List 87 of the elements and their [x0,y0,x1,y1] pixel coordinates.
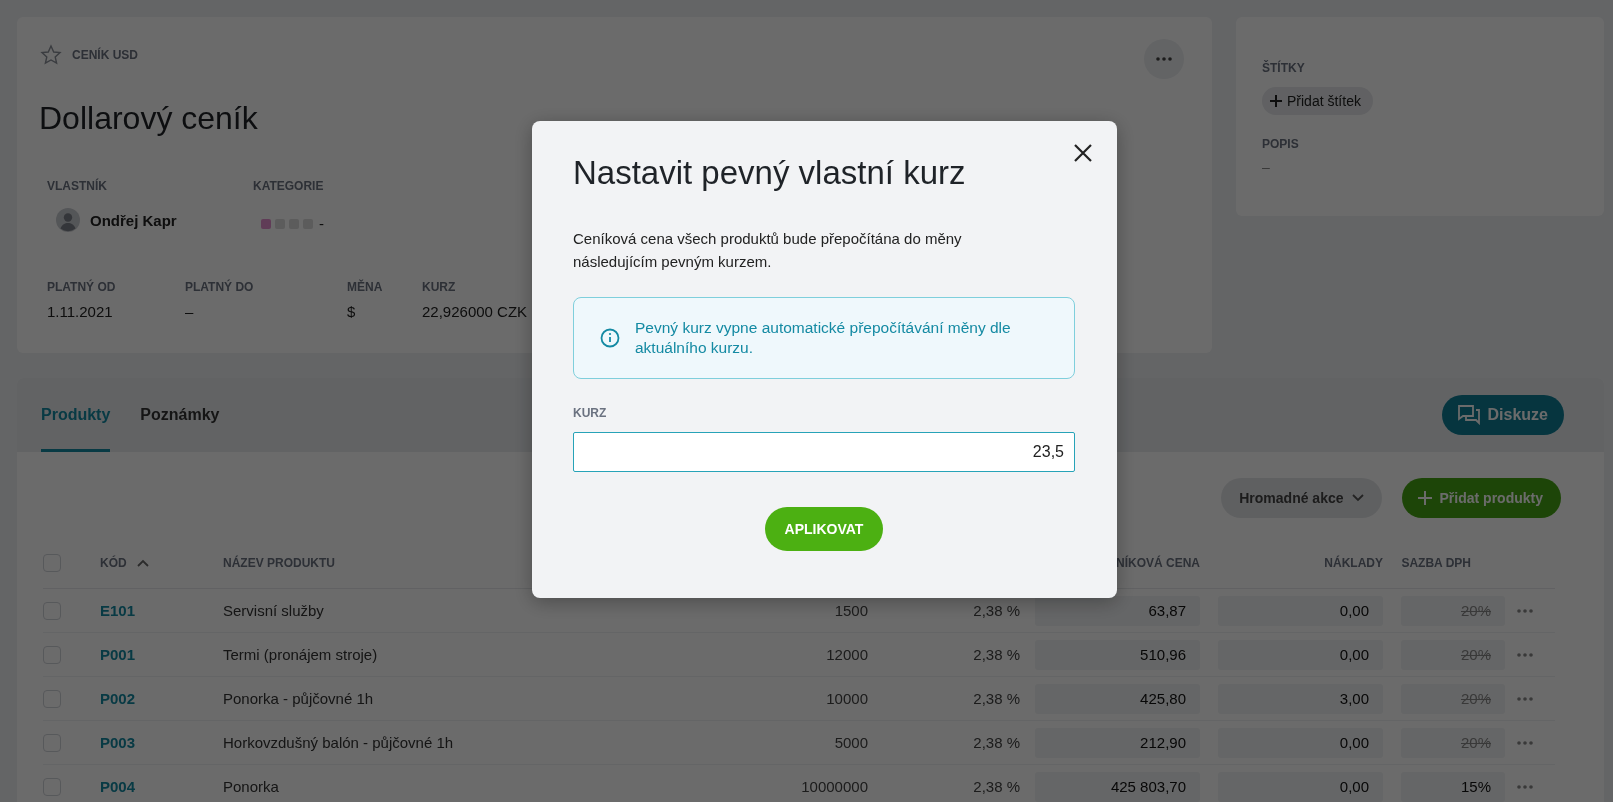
field-value: 22,926000 CZK [422,303,529,320]
more-icon [1517,652,1533,657]
table-cell: 2,38 % [973,602,1020,619]
costs-field[interactable]: 3,00 [1218,683,1383,714]
column-header[interactable]: NÍKOVÁ CENA [1116,556,1200,570]
table-cell: 12000 [826,646,868,663]
field-label: VLASTNÍK [47,179,108,193]
more-icon [1517,740,1533,745]
table-cell: 10000 [826,690,868,707]
product-code-link[interactable]: P001 [100,646,136,663]
product-name: Servisní služby [223,602,324,619]
field-label: KURZ [573,406,608,420]
category-value: - [319,215,324,232]
row-menu-icon[interactable] [1517,696,1533,701]
product-code-link[interactable]: P004 [100,778,136,795]
list-price-field[interactable]: 510,96 [1035,639,1200,670]
close-icon [1074,144,1092,162]
table-cell: 2,38 % [973,646,1020,663]
product-name: Ponorka - půjčovné 1h [223,690,374,707]
field-label: KATEGORIE [253,179,325,193]
more-icon [1517,696,1533,701]
field-value: $ [347,303,357,320]
table-cell: 10000000 [801,778,868,795]
field-label: MĚNA [347,280,384,294]
list-price-field[interactable]: 425,80 [1035,683,1200,714]
add-tag-button[interactable]: Přidat štítek [1262,87,1373,115]
row-menu-icon[interactable] [1517,608,1533,613]
column-header[interactable]: KÓD [100,556,127,570]
table-cell: 5000 [834,734,868,751]
product-name: Horkovzdušný balón - půjčovné 1h [223,734,454,751]
field-label: KURZ [422,280,457,294]
product-code-link[interactable]: P002 [100,690,136,707]
list-price-field[interactable]: 63,87 [1035,595,1200,626]
tab[interactable]: Poznámky [140,378,220,452]
list-price-field[interactable]: 212,90 [1035,727,1200,758]
add-products-button[interactable]: Přidat produkty [1401,478,1561,518]
vat-rate-field[interactable]: 15% [1401,771,1505,802]
discussion-button[interactable]: Diskuze [1441,395,1564,435]
page-title: Dollarový ceník [39,99,259,138]
breadcrumb-label: CENÍK USD [72,48,138,62]
field-label: PLATNÝ DO [185,280,255,294]
section-label: ŠTÍTKY [1262,61,1306,75]
table-cell: 2,38 % [973,734,1020,751]
costs-field[interactable]: 0,00 [1218,727,1383,758]
more-icon [1156,57,1172,61]
field-value: 1.11.2021 [47,303,114,320]
star-icon[interactable] [40,44,62,66]
column-header[interactable]: SAZBA DPH [1401,556,1471,570]
notice-text: Pevný kurz vypne automatické přepočítávání měny dle aktuálního kurzu. [635,318,1012,358]
more-button[interactable] [1144,39,1184,79]
bulk-actions-dropdown[interactable]: Hromadné akce [1221,478,1382,518]
plus-icon [1270,95,1282,107]
column-header[interactable]: NÁZEV PRODUKTU [223,556,335,570]
product-name: Ponorka [223,778,279,795]
owner-name[interactable]: Ondřej Kapr [90,211,177,229]
product-code-link[interactable]: E101 [100,602,136,619]
more-icon [1517,784,1533,789]
info-icon [600,328,620,348]
section-label: POPIS [1262,137,1300,151]
row-menu-icon[interactable] [1517,652,1533,657]
dialog-title: Nastavit pevný vlastní kurz [573,153,967,193]
category-squares-icon [261,218,313,229]
row-menu-icon[interactable] [1517,740,1533,745]
chat-icon [1457,405,1480,425]
costs-field[interactable]: 0,00 [1218,771,1383,802]
row-menu-icon[interactable] [1517,784,1533,789]
avatar-icon [56,208,80,232]
description-value: – [1262,159,1271,175]
column-header[interactable]: NÁKLADY [1324,556,1383,570]
more-icon [1517,608,1533,613]
close-button[interactable] [1074,144,1092,162]
list-price-field[interactable]: 425 803,70 [1035,771,1200,802]
costs-field[interactable]: 0,00 [1218,595,1383,626]
tab[interactable]: Produkty [41,378,111,452]
table-cell: 2,38 % [973,778,1020,795]
product-code-link[interactable]: P003 [100,734,136,751]
product-name: Termi (pronájem stroje) [223,646,378,663]
costs-field[interactable]: 0,00 [1218,639,1383,670]
dialog-description: Ceníková cena všech produktů bude přepočítána do měny následujícím pevným kurzem. [573,229,963,272]
table-cell: 1500 [834,602,868,619]
field-label: PLATNÝ OD [47,280,117,294]
field-value: – [185,303,195,320]
rate-input[interactable]: 23,5 [573,432,1075,472]
plus-icon [1417,491,1432,505]
table-cell: 2,38 % [973,690,1020,707]
apply-button[interactable]: APLIKOVAT [764,507,884,551]
chevron-down-icon [1351,494,1364,502]
